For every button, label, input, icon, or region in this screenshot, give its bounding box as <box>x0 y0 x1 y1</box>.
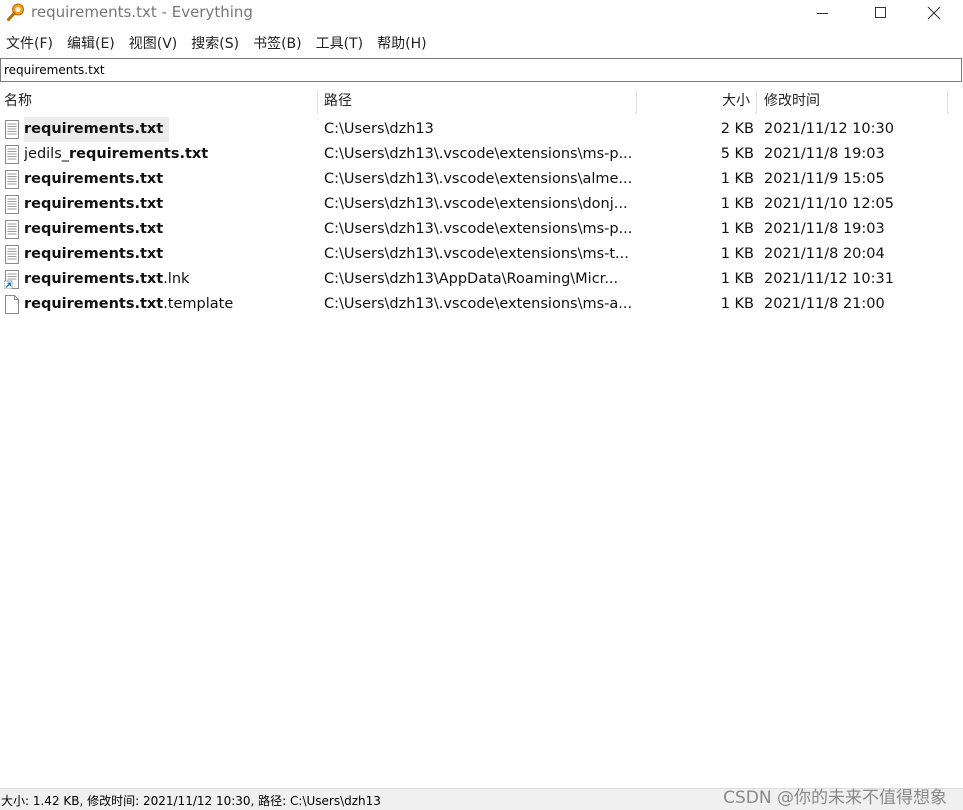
column-header: 名称 路径 大小 修改时间 <box>0 88 963 114</box>
status-bar: 大小: 1.42 KB, 修改时间: 2021/11/12 10:30, 路径:… <box>0 788 963 810</box>
text-file-icon <box>5 170 19 189</box>
result-modified: 2021/11/12 10:30 <box>764 121 894 137</box>
status-text: 大小: 1.42 KB, 修改时间: 2021/11/12 10:30, 路径:… <box>1 794 381 808</box>
column-name-header[interactable]: 名称 <box>4 88 32 114</box>
menu-edit[interactable]: 编辑(E) <box>61 30 123 54</box>
result-row[interactable]: requirements.txt C:\Users\dzh13\.vscode\… <box>0 167 963 192</box>
result-size: 1 KB <box>720 196 754 212</box>
menu-help[interactable]: 帮助(H) <box>371 30 434 54</box>
column-divider[interactable] <box>636 90 637 114</box>
result-row[interactable]: requirements.txt.lnk C:\Users\dzh13\AppD… <box>0 267 963 292</box>
maximize-icon <box>875 7 886 18</box>
close-icon <box>927 6 941 20</box>
name-match: requirements.txt <box>69 146 209 162</box>
result-name: requirements.txt <box>24 192 314 217</box>
close-button[interactable] <box>905 0 963 26</box>
column-modified-header[interactable]: 修改时间 <box>764 88 820 114</box>
result-size: 1 KB <box>720 296 754 312</box>
column-size-header[interactable]: 大小 <box>640 88 750 114</box>
title-bar: requirements.txt - Everything <box>0 0 963 26</box>
text-file-icon <box>5 220 19 239</box>
column-divider[interactable] <box>317 90 318 114</box>
result-path: C:\Users\dzh13 <box>324 121 434 137</box>
result-path: C:\Users\dzh13\.vscode\extensions\ms-p..… <box>324 221 633 237</box>
search-input[interactable] <box>3 59 954 81</box>
result-modified: 2021/11/8 20:04 <box>764 246 885 262</box>
result-name: requirements.txt <box>24 217 314 242</box>
menu-search[interactable]: 搜索(S) <box>185 30 247 54</box>
text-file-icon <box>5 195 19 214</box>
minimize-button[interactable] <box>794 0 852 26</box>
name-match: requirements.txt <box>24 271 164 287</box>
result-path: C:\Users\dzh13\AppData\Roaming\Micr... <box>324 271 619 287</box>
menu-file[interactable]: 文件(F) <box>0 30 61 54</box>
search-key-icon <box>7 3 24 21</box>
result-name: requirements.txt <box>24 242 314 267</box>
result-path: C:\Users\dzh13\.vscode\extensions\ms-p..… <box>324 146 633 162</box>
name-suffix: .template <box>163 296 234 312</box>
name-match: requirements.txt <box>24 121 164 137</box>
name-suffix: .lnk <box>163 271 190 287</box>
result-row[interactable]: requirements.txt C:\Users\dzh13\.vscode\… <box>0 192 963 217</box>
result-modified: 2021/11/8 21:00 <box>764 296 885 312</box>
result-row[interactable]: jedils_requirements.txt C:\Users\dzh13\.… <box>0 142 963 167</box>
result-name: requirements.txt <box>24 167 314 192</box>
result-modified: 2021/11/8 19:03 <box>764 221 885 237</box>
result-row[interactable]: requirements.txt.template C:\Users\dzh13… <box>0 292 963 317</box>
column-path-header[interactable]: 路径 <box>324 88 352 114</box>
result-size: 1 KB <box>720 271 754 287</box>
result-path: C:\Users\dzh13\.vscode\extensions\donj..… <box>324 196 628 212</box>
window-title: requirements.txt - Everything <box>31 3 253 21</box>
result-name: requirements.txt.lnk <box>24 267 314 292</box>
result-modified: 2021/11/9 15:05 <box>764 171 885 187</box>
text-file-icon <box>5 245 19 264</box>
name-match: requirements.txt <box>24 296 164 312</box>
name-match: requirements.txt <box>24 171 164 187</box>
result-size: 2 KB <box>720 121 754 137</box>
search-box <box>0 58 962 82</box>
menu-bookmarks[interactable]: 书签(B) <box>247 30 310 54</box>
result-size: 1 KB <box>720 221 754 237</box>
results-list: requirements.txt C:\Users\dzh13 2 KB 202… <box>0 117 963 317</box>
text-file-icon <box>5 120 19 139</box>
minimize-icon <box>817 13 828 14</box>
menu-bar: 文件(F) 编辑(E) 视图(V) 搜索(S) 书签(B) 工具(T) 帮助(H… <box>0 30 963 54</box>
column-divider[interactable] <box>947 90 948 114</box>
result-size: 5 KB <box>720 146 754 162</box>
menu-tools[interactable]: 工具(T) <box>310 30 371 54</box>
blank-file-icon <box>5 295 19 314</box>
result-size: 1 KB <box>720 246 754 262</box>
result-path: C:\Users\dzh13\.vscode\extensions\ms-a..… <box>324 296 633 312</box>
name-match: requirements.txt <box>24 221 164 237</box>
maximize-button[interactable] <box>852 0 910 26</box>
result-row[interactable]: requirements.txt C:\Users\dzh13 2 KB 202… <box>0 117 963 142</box>
name-match: requirements.txt <box>24 196 164 212</box>
selection-highlight: requirements.txt <box>24 117 170 142</box>
menu-view[interactable]: 视图(V) <box>123 30 186 54</box>
name-prefix: jedils_ <box>24 146 70 162</box>
shortcut-file-icon <box>4 270 19 289</box>
result-name: jedils_requirements.txt <box>24 142 314 167</box>
result-modified: 2021/11/8 19:03 <box>764 146 885 162</box>
watermark: CSDN @你的未来不值得想象 <box>723 788 947 808</box>
result-path: C:\Users\dzh13\.vscode\extensions\ms-t..… <box>324 246 629 262</box>
result-row[interactable]: requirements.txt C:\Users\dzh13\.vscode\… <box>0 217 963 242</box>
result-modified: 2021/11/12 10:31 <box>764 271 894 287</box>
result-modified: 2021/11/10 12:05 <box>764 196 894 212</box>
result-size: 1 KB <box>720 171 754 187</box>
text-file-icon <box>5 145 19 164</box>
result-row[interactable]: requirements.txt C:\Users\dzh13\.vscode\… <box>0 242 963 267</box>
result-path: C:\Users\dzh13\.vscode\extensions\alme..… <box>324 171 633 187</box>
name-match: requirements.txt <box>24 246 164 262</box>
result-name: requirements.txt.template <box>24 292 314 317</box>
column-divider[interactable] <box>756 90 757 114</box>
result-name: requirements.txt <box>24 117 314 142</box>
